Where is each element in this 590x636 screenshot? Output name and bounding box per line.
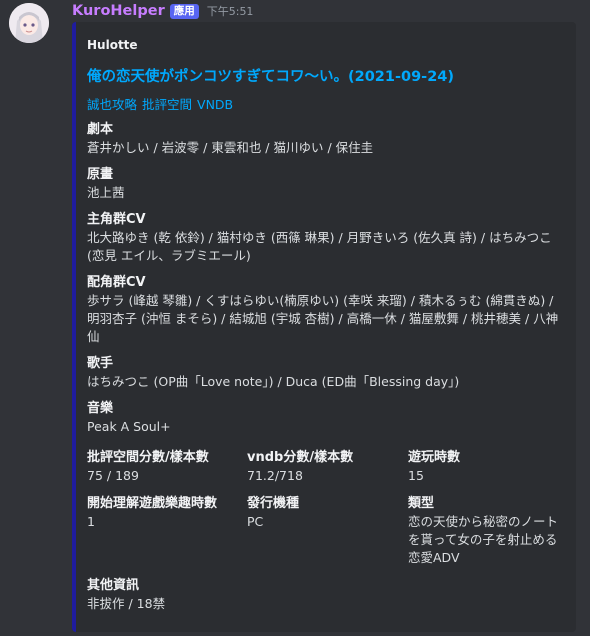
field-value: 恋の天使から秘密のノートを貰って女の子を射止める恋愛ADV [408, 514, 559, 565]
embed-accent-bar [72, 22, 76, 632]
link-seiya-guide[interactable]: 誠也攻略 [87, 97, 137, 112]
field-value: 15 [408, 468, 424, 483]
link-erogamescape[interactable]: 批評空間 [142, 97, 192, 112]
field-value: 非拔作 / 18禁 [87, 596, 166, 611]
embed-links: 誠也攻略 批評空間 VNDB [87, 94, 238, 113]
field-name: 開始理解遊戲樂趣時數 [87, 496, 218, 511]
embed-author: Hulotte [87, 38, 138, 52]
field-play-hours: 遊玩時數 15 [408, 448, 558, 485]
field-name: 批評空間分數/樣本數 [87, 450, 209, 465]
avatar[interactable] [9, 3, 49, 43]
field-music: 音樂 Peak A Soul+ [87, 399, 565, 436]
field-name: 類型 [408, 496, 435, 511]
embed-title-link[interactable]: 俺の恋天使がポンコツすぎてコワ～い。(2021-09-24) [87, 65, 454, 86]
field-name: vndb分數/樣本數 [247, 450, 354, 465]
field-name: 配角群CV [87, 275, 146, 290]
field-value: 1 [87, 514, 95, 529]
author-name[interactable]: KuroHelper [72, 3, 165, 19]
field-value: 71.2/718 [247, 468, 303, 483]
field-value: 75 / 189 [87, 468, 139, 483]
field-fun-start-hours: 開始理解遊戲樂趣時數 1 [87, 494, 242, 531]
avatar-image [9, 3, 49, 43]
embed-fields: 劇本 蒼井かしい / 岩波零 / 東雲和也 / 猫川ゆい / 保住圭 原畫 池上… [87, 120, 565, 444]
field-value: 池上茜 [87, 185, 125, 200]
field-name: 劇本 [87, 122, 114, 137]
field-value: 歩サラ (峰越 琴雛) / くすはらゆい(楠原ゆい) (幸咲 来瑠) / 積木る… [87, 293, 559, 344]
field-name: 其他資訊 [87, 578, 140, 593]
field-name: 發行機種 [247, 496, 300, 511]
field-artist: 原畫 池上茜 [87, 165, 565, 202]
field-main-cv: 主角群CV 北大路ゆき (乾 依鈴) / 猫村ゆき (西篠 琳果) / 月野きい… [87, 210, 565, 265]
field-sub-cv: 配角群CV 歩サラ (峰越 琴雛) / くすはらゆい(楠原ゆい) (幸咲 来瑠)… [87, 273, 565, 346]
field-name: 原畫 [87, 167, 114, 182]
message-header: KuroHelper 應用 下午5:51 [72, 1, 253, 21]
field-genre: 類型 恋の天使から秘密のノートを貰って女の子を射止める恋愛ADV [408, 494, 558, 567]
field-value: PC [247, 514, 264, 529]
field-value: Peak A Soul+ [87, 419, 171, 434]
field-name: 音樂 [87, 401, 114, 416]
field-name: 遊玩時數 [408, 450, 461, 465]
app-badge: 應用 [169, 3, 199, 19]
embed-card: Hulotte 俺の恋天使がポンコツすぎてコワ～い。(2021-09-24) 誠… [72, 22, 576, 632]
field-name: 主角群CV [87, 212, 146, 227]
timestamp[interactable]: 下午5:51 [207, 3, 254, 19]
field-value: 蒼井かしい / 岩波零 / 東雲和也 / 猫川ゆい / 保住圭 [87, 140, 374, 155]
field-vndb-score: vndb分數/樣本數 71.2/718 [247, 448, 397, 485]
field-name: 歌手 [87, 356, 114, 371]
field-scenario: 劇本 蒼井かしい / 岩波零 / 東雲和也 / 猫川ゆい / 保住圭 [87, 120, 565, 157]
field-value: はちみつこ (OP曲「Love note」) / Duca (ED曲「Bless… [87, 374, 460, 389]
field-egs-score: 批評空間分數/樣本數 75 / 189 [87, 448, 237, 485]
field-platform: 發行機種 PC [247, 494, 397, 531]
field-value: 北大路ゆき (乾 依鈴) / 猫村ゆき (西篠 琳果) / 月野きいろ (佐久真… [87, 230, 552, 263]
field-singer: 歌手 はちみつこ (OP曲「Love note」) / Duca (ED曲「Bl… [87, 354, 565, 391]
field-other-info: 其他資訊 非拔作 / 18禁 [87, 576, 565, 613]
link-vndb[interactable]: VNDB [197, 97, 233, 112]
